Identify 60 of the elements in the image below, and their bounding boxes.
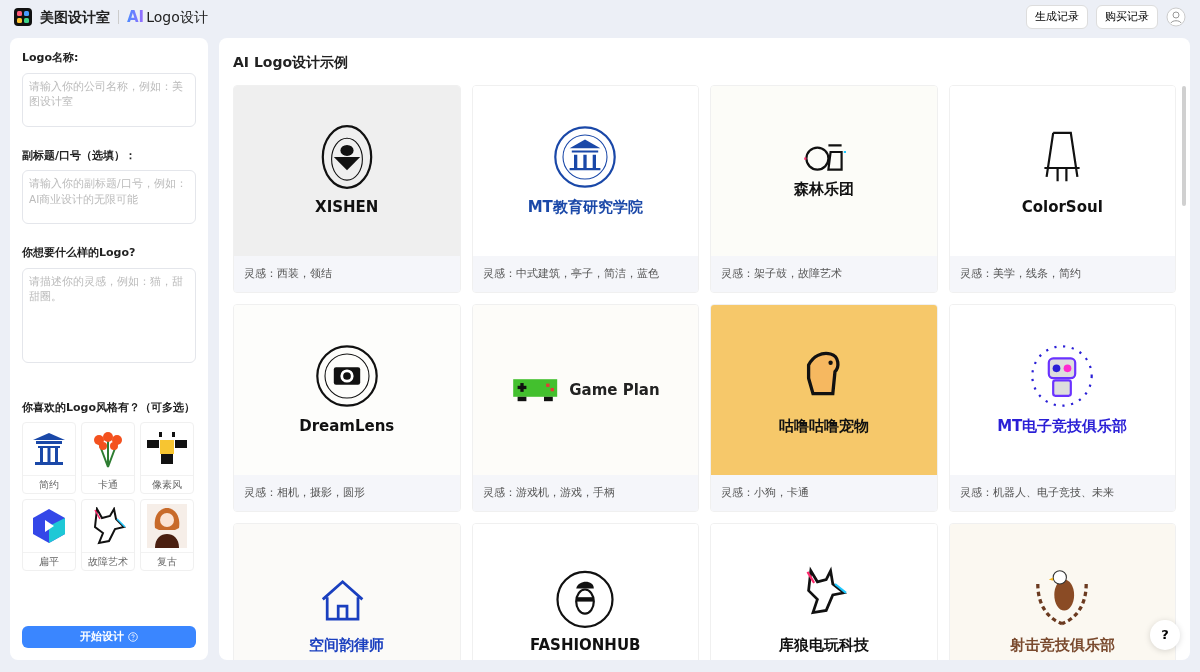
style-option[interactable]: 故障艺术 [81,499,135,571]
scrollbar[interactable] [1182,86,1186,206]
logo-card[interactable]: 库狼电玩科技 [710,523,938,660]
help-icon [128,632,138,642]
building-icon [31,432,67,466]
logo-card[interactable]: ColorSoul 灵感：美学，线条，简约 [948,85,1176,293]
logo-wordmark: MT电子竞技俱乐部 [997,415,1128,437]
woman-silhouette-icon [147,504,187,548]
logo-wordmark: FASHIONHUB [529,634,641,656]
style-option[interactable]: 简约 [22,422,76,494]
logo-card[interactable]: 咕噜咕噜宠物 灵感：小狗，卡通 [710,304,938,512]
style-option[interactable]: 像素风 [140,422,194,494]
logo-wordmark: XISHEN [315,196,379,218]
logo-wordmark: 空间韵律师 [309,634,385,656]
text-input-field[interactable]: 请输入你的公司名称，例如：美图设计室 [22,72,196,127]
hexagon-play-icon [32,508,66,544]
logo-card[interactable]: 空间韵律师 [233,523,461,660]
gallery-title: AI Logo设计示例 [233,53,350,72]
header-button[interactable]: 生成记录 [1026,4,1088,30]
logo-card[interactable]: MT电子竞技俱乐部 灵感：机器人、电子竞技、未来 [948,304,1176,512]
logo-wordmark: ColorSoul [1021,196,1103,218]
building-seal-drawing [552,123,619,190]
style-option[interactable]: 卡通 [81,422,135,494]
logo-wordmark: 库狼电玩科技 [778,634,869,656]
logo-wordmark: Game Plan [569,379,660,401]
field-label: 副标题/口号（选填）： [22,147,138,164]
logo-wordmark: DreamLens [299,415,395,437]
user-avatar-icon[interactable] [1166,7,1186,27]
game-controller-drawing [510,376,560,404]
logo-caption: 灵感：中式建筑，亭子，简洁，蓝色 [472,256,698,292]
field-label: Logo名称: [22,50,80,66]
logo-caption: 灵感：西装，领结 [234,256,460,292]
logo-card[interactable]: 森林乐团 灵感：架子鼓，故障艺术 [710,85,938,293]
logo-caption: 灵感：架子鼓，故障艺术 [711,256,937,292]
logo-wordmark: MT教育研究学院 [527,196,643,218]
text-input-field[interactable]: 请描述你的灵感，例如：猫，甜甜圈。 [22,267,196,363]
logo-card[interactable]: FASHIONHUB [471,523,699,660]
style-option[interactable]: 复古 [140,499,194,571]
logo-caption: 灵感：机器人、电子竞技、未来 [949,475,1175,511]
brand-name: 美图设计室 [40,7,110,27]
header-button[interactable]: 购买记录 [1096,4,1158,30]
logo-caption: 灵感：游戏机，游戏，手柄 [472,475,698,511]
logo-card[interactable]: Game Plan 灵感：游戏机，游戏，手柄 [471,304,699,512]
app-logo-icon [14,8,32,26]
logo-wordmark: 射击竞技俱乐部 [1009,634,1115,656]
logo-card[interactable]: DreamLens 灵感：相机，摄影，圆形 [233,304,461,512]
field-label: 你想要什么样的Logo? [22,245,137,261]
field-label: 你喜欢的Logo风格有？（可多选） [22,399,196,416]
logo-wordmark: 森林乐团 [793,179,854,201]
logo-caption: 灵感：小狗，卡通 [711,475,937,511]
logo-card[interactable]: XISHEN 灵感：西装，领结 [233,85,461,293]
logo-caption: 灵感：相机，摄影，圆形 [234,475,460,511]
product-name: Logo设计 [146,7,208,27]
logo-card[interactable]: MT教育研究学院 灵感：中式建筑，亭子，简洁，蓝色 [471,85,699,293]
logo-wordmark: 咕噜咕噜宠物 [778,415,869,437]
pixel-bee-icon [147,432,187,466]
camera-emblem-drawing [313,342,380,409]
robot-emblem-drawing [1029,342,1096,409]
logo-caption: 灵感：美学，线条，简约 [949,256,1175,292]
style-option[interactable]: 扁平 [22,499,76,571]
